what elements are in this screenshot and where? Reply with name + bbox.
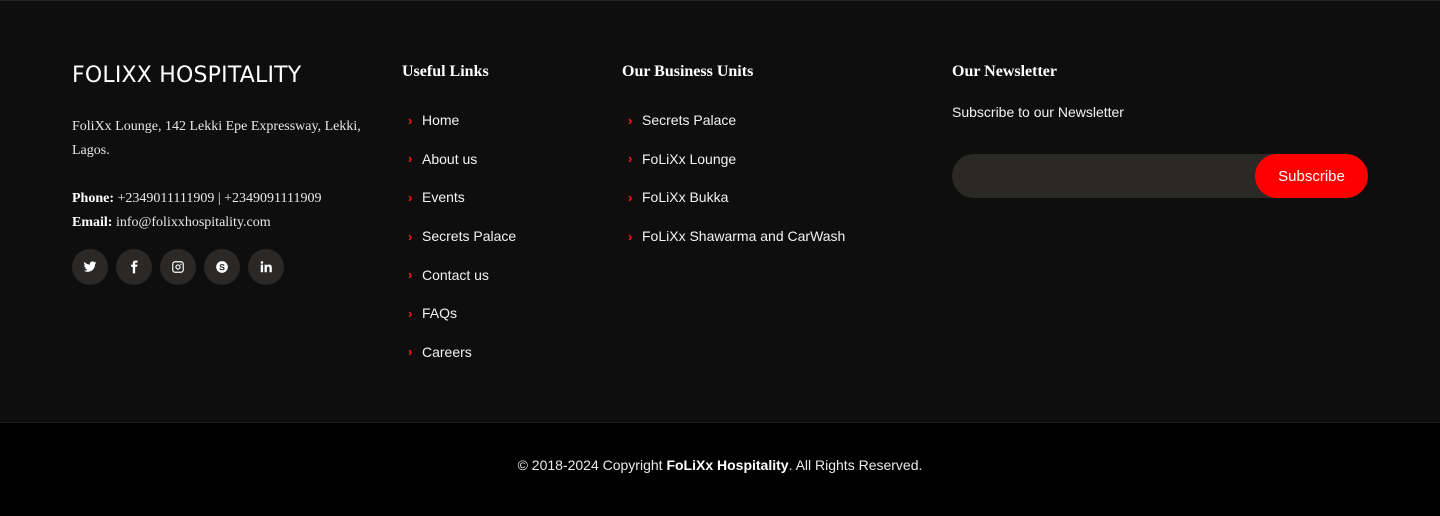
useful-link-secrets-palace[interactable]: › Secrets Palace bbox=[408, 217, 516, 256]
link-label: FoLiXx Shawarma and CarWash bbox=[642, 228, 846, 245]
newsletter-form: Subscribe bbox=[952, 154, 1368, 198]
email-label: Email: bbox=[72, 215, 113, 230]
newsletter-title: Our Newsletter bbox=[952, 63, 1057, 80]
chevron-right-icon: › bbox=[628, 189, 633, 205]
chevron-right-icon: › bbox=[408, 228, 413, 244]
useful-link-home[interactable]: › Home bbox=[408, 101, 516, 140]
useful-link-faqs[interactable]: › FAQs bbox=[408, 294, 516, 333]
useful-link-events[interactable]: › Events bbox=[408, 178, 516, 217]
chevron-right-icon: › bbox=[408, 112, 413, 128]
business-units-list: › Secrets Palace › FoLiXx Lounge › FoLiXx B… bbox=[628, 101, 845, 255]
link-label: FoLiXx Bukka bbox=[642, 189, 729, 206]
chevron-right-icon: › bbox=[408, 305, 413, 321]
footer-main: FOLIXX HOSPITALITY FoliXx Lounge, 142 Le… bbox=[0, 0, 1440, 422]
chevron-right-icon: › bbox=[408, 151, 413, 167]
business-units-title: Our Business Units bbox=[622, 63, 754, 80]
linkedin-link[interactable] bbox=[248, 249, 284, 285]
copyright-suffix: . All Rights Reserved. bbox=[788, 457, 923, 473]
skype-link[interactable] bbox=[204, 249, 240, 285]
chevron-right-icon: › bbox=[628, 228, 633, 244]
link-label: FoLiXx Lounge bbox=[642, 150, 737, 167]
newsletter-subtitle: Subscribe to our Newsletter bbox=[952, 104, 1124, 120]
twitter-icon bbox=[83, 261, 97, 272]
useful-link-careers[interactable]: › Careers bbox=[408, 333, 516, 372]
unit-link-secrets-palace[interactable]: › Secrets Palace bbox=[628, 101, 845, 140]
phone-value: +2349011111909 | +2349091111909 bbox=[117, 191, 322, 206]
email-value[interactable]: info@folixxhospitality.com bbox=[116, 215, 271, 230]
useful-link-about[interactable]: › About us bbox=[408, 140, 516, 179]
link-label: Secrets Palace bbox=[642, 112, 737, 129]
instagram-icon bbox=[172, 261, 184, 273]
copyright-text: © 2018-2024 Copyright FoLiXx Hospitality… bbox=[0, 457, 1440, 473]
useful-link-contact[interactable]: › Contact us bbox=[408, 255, 516, 294]
skype-icon bbox=[216, 261, 228, 273]
link-label: Events bbox=[422, 189, 465, 206]
phone-label: Phone: bbox=[72, 191, 114, 206]
social-links bbox=[72, 249, 284, 285]
link-label: Secrets Palace bbox=[422, 228, 517, 245]
link-label: Home bbox=[422, 112, 460, 129]
link-label: FAQs bbox=[422, 305, 458, 322]
chevron-right-icon: › bbox=[408, 189, 413, 205]
unit-link-folixx-lounge[interactable]: › FoLiXx Lounge bbox=[628, 140, 845, 179]
link-label: Contact us bbox=[422, 266, 489, 283]
copyright-prefix: © 2018-2024 Copyright bbox=[517, 457, 663, 473]
link-label: Careers bbox=[422, 343, 472, 360]
email-line: Email: info@folixxhospitality.com bbox=[72, 211, 372, 235]
link-label: About us bbox=[422, 150, 478, 167]
brand-name: FOLIXX HOSPITALITY bbox=[72, 63, 302, 88]
useful-links-list: › Home › About us › Events › Secrets Palace … bbox=[408, 101, 516, 371]
facebook-link[interactable] bbox=[116, 249, 152, 285]
phone-line: Phone: +2349011111909 | +2349091111909 bbox=[72, 187, 372, 211]
address: FoliXx Lounge, 142 Lekki Epe Expressway,… bbox=[72, 119, 361, 158]
company-name: FoLiXx Hospitality bbox=[666, 457, 789, 473]
subscribe-button[interactable]: Subscribe bbox=[1255, 154, 1368, 198]
facebook-icon bbox=[131, 260, 138, 274]
instagram-link[interactable] bbox=[160, 249, 196, 285]
unit-link-folixx-shawarma[interactable]: › FoLiXx Shawarma and CarWash bbox=[628, 217, 845, 256]
linkedin-icon bbox=[260, 261, 272, 273]
useful-links-title: Useful Links bbox=[402, 63, 489, 80]
unit-link-folixx-bukka[interactable]: › FoLiXx Bukka bbox=[628, 178, 845, 217]
chevron-right-icon: › bbox=[628, 112, 633, 128]
twitter-link[interactable] bbox=[72, 249, 108, 285]
chevron-right-icon: › bbox=[408, 344, 413, 360]
chevron-right-icon: › bbox=[408, 267, 413, 283]
footer-bottom-bar: © 2018-2024 Copyright FoLiXx Hospitality… bbox=[0, 422, 1440, 516]
chevron-right-icon: › bbox=[628, 151, 633, 167]
contact-info: Phone: +2349011111909 | +2349091111909 E… bbox=[72, 187, 372, 235]
